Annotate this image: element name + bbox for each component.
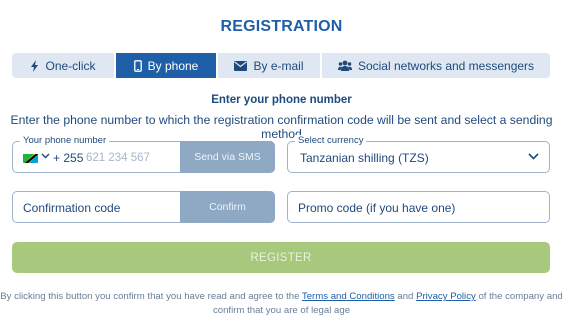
register-button[interactable]: REGISTER — [12, 242, 550, 273]
confirmation-code-field: Confirm — [12, 191, 275, 223]
terms-notice: By clicking this button you confirm that… — [0, 290, 563, 318]
tab-by-phone-label: By phone — [147, 58, 199, 73]
chevron-down-icon — [528, 153, 539, 160]
lightning-icon — [31, 59, 39, 72]
privacy-policy-link[interactable]: Privacy Policy — [416, 291, 476, 302]
phone-number-input[interactable] — [86, 149, 182, 167]
tab-by-email-label: By e-mail — [253, 58, 304, 73]
phone-number-field: Your phone number + 255 Send via SMS — [12, 135, 275, 173]
phone-icon — [133, 59, 142, 72]
tab-one-click-label: One-click — [45, 58, 96, 73]
users-icon — [337, 60, 352, 71]
promo-code-field — [287, 191, 550, 223]
page-title: REGISTRATION — [220, 18, 343, 35]
send-via-sms-button[interactable]: Send via SMS — [180, 141, 275, 173]
country-code: + 255 — [53, 151, 84, 165]
promo-code-input[interactable] — [298, 199, 538, 217]
tanzania-flag-icon[interactable] — [23, 152, 38, 163]
tab-one-click[interactable]: One-click — [12, 53, 116, 78]
tab-social-networks[interactable]: Social networks and messengers — [322, 53, 550, 78]
confirm-button[interactable]: Confirm — [180, 191, 275, 223]
terms-and: and — [397, 291, 414, 302]
phone-number-legend: Your phone number — [20, 135, 110, 147]
tab-by-phone[interactable]: By phone — [116, 53, 218, 78]
registration-method-tabs: One-click By phone By e-mail Social netw… — [12, 53, 550, 78]
currency-selected-value: Tanzanian shilling (TZS) — [300, 151, 429, 165]
currency-legend: Select currency — [295, 135, 367, 147]
tab-by-email[interactable]: By e-mail — [218, 53, 322, 78]
tab-social-networks-label: Social networks and messengers — [357, 58, 535, 73]
terms-prefix: By clicking this button you confirm that… — [0, 291, 300, 302]
chevron-down-icon[interactable] — [41, 153, 50, 159]
confirmation-code-input[interactable] — [23, 199, 183, 217]
envelope-icon — [234, 60, 248, 71]
currency-select[interactable]: Select currency Tanzanian shilling (TZS) — [287, 135, 550, 173]
section-heading: Enter your phone number — [211, 94, 352, 106]
terms-and-conditions-link[interactable]: Terms and Conditions — [302, 291, 395, 302]
